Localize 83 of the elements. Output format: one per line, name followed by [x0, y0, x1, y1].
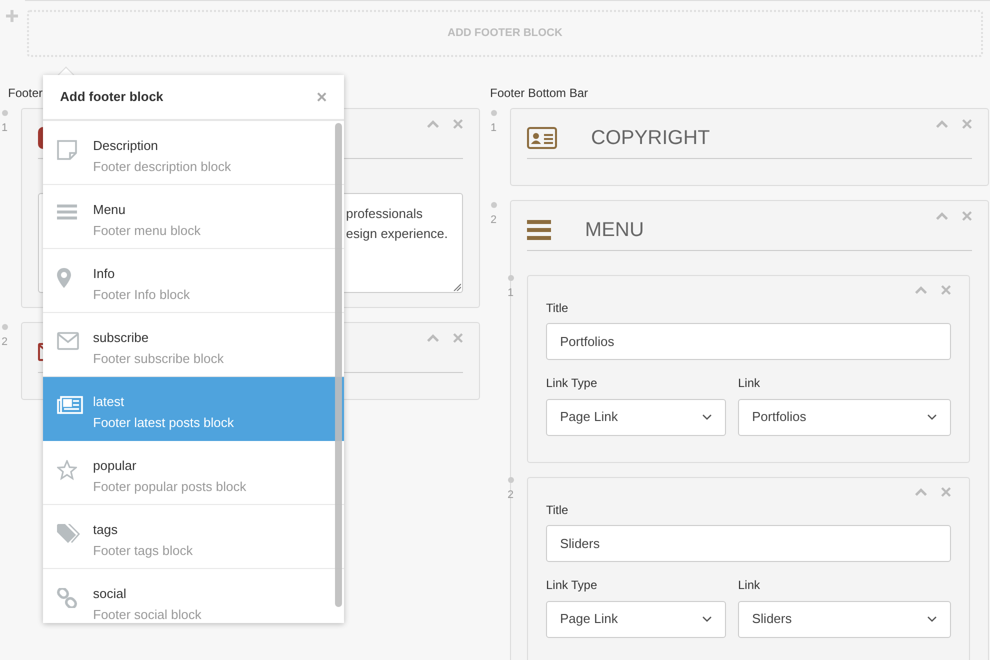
- item-number: 1: [507, 286, 514, 300]
- item-name: subscribe: [93, 330, 150, 346]
- collapse-icon[interactable]: [936, 120, 948, 128]
- collapse-icon[interactable]: [915, 488, 927, 496]
- field-label: Title: [546, 502, 568, 516]
- popup-title: Add footer block: [60, 88, 164, 106]
- block-number: 2: [1, 334, 8, 350]
- link-type-select[interactable]: Page Link: [546, 398, 726, 436]
- block-type-item[interactable]: Description Footer description block: [43, 121, 344, 185]
- menu-icon: [57, 204, 77, 220]
- block-title: MENU: [585, 218, 644, 243]
- block-type-item[interactable]: Menu Footer menu block: [43, 185, 344, 249]
- field-label: Link Type: [546, 376, 598, 390]
- link-select[interactable]: Sliders: [738, 600, 951, 638]
- item-description: Footer subscribe block: [93, 351, 224, 367]
- caret-icon: [702, 616, 712, 622]
- item-number: 2: [507, 488, 514, 502]
- id-card-icon: [527, 127, 557, 149]
- close-icon[interactable]: [941, 486, 951, 496]
- item-description: Footer description block: [93, 159, 232, 175]
- caret-icon: [927, 616, 937, 622]
- block-type-item[interactable]: subscribe Footer subscribe block: [43, 313, 344, 377]
- close-icon[interactable]: [453, 332, 463, 342]
- item-name: tags: [93, 522, 119, 538]
- close-icon[interactable]: [962, 210, 972, 220]
- field-label: Link Type: [546, 578, 598, 592]
- link-type-select[interactable]: Page Link: [546, 600, 726, 638]
- drag-handle-icon[interactable]: [2, 110, 8, 116]
- caret-icon: [702, 414, 712, 420]
- item-name: Menu: [93, 202, 127, 218]
- item-name: social: [93, 586, 128, 602]
- tag-icon: [57, 524, 81, 544]
- link-icon: [57, 588, 77, 608]
- field-label: Link: [738, 376, 760, 390]
- menu-icon: [527, 220, 551, 240]
- close-icon[interactable]: [962, 118, 972, 128]
- drag-handle-icon[interactable]: [508, 274, 514, 280]
- item-description: Footer latest posts block: [93, 415, 234, 431]
- column-title: Footer Bottom Bar: [490, 86, 588, 100]
- title-input[interactable]: Portfolios: [546, 323, 951, 360]
- block-type-item[interactable]: Info Footer Info block: [43, 249, 344, 313]
- collapse-icon[interactable]: [915, 286, 927, 294]
- textarea-text: professionals: [346, 206, 423, 220]
- block-number: 1: [1, 120, 8, 136]
- item-description: Footer social block: [93, 607, 202, 623]
- scrollbar[interactable]: [335, 123, 342, 607]
- close-icon[interactable]: [453, 118, 463, 128]
- drag-handle-icon[interactable]: [508, 476, 514, 482]
- caret-icon: [927, 414, 937, 420]
- field-label: Link: [738, 578, 760, 592]
- link-select[interactable]: Portfolios: [738, 398, 951, 436]
- collapse-icon[interactable]: [427, 120, 439, 128]
- block-title: COPYRIGHT: [591, 126, 710, 151]
- item-name: Info: [93, 266, 116, 282]
- drag-handle-icon[interactable]: [490, 202, 496, 208]
- block-type-item[interactable]: tags Footer tags block: [43, 505, 344, 569]
- drag-handle-icon[interactable]: [2, 324, 8, 330]
- envelope-icon: [57, 332, 79, 350]
- newspaper-icon: [57, 396, 83, 414]
- block-type-item[interactable]: popular Footer popular posts block: [43, 441, 344, 505]
- resize-grip-icon[interactable]: [453, 282, 461, 290]
- column-title: Footer: [8, 86, 43, 100]
- item-name: popular: [93, 458, 138, 474]
- map-pin-icon: [57, 268, 71, 288]
- collapse-icon[interactable]: [936, 212, 948, 220]
- collapse-icon[interactable]: [427, 334, 439, 342]
- block-number: 1: [490, 120, 497, 136]
- block-number: 2: [490, 212, 497, 228]
- drag-handle-icon[interactable]: [490, 110, 496, 116]
- title-input[interactable]: Sliders: [546, 525, 951, 562]
- plus-icon[interactable]: [6, 10, 18, 22]
- field-label: Title: [546, 300, 568, 314]
- item-description: Footer popular posts block: [93, 479, 246, 495]
- note-icon: [57, 140, 77, 160]
- item-name: Description: [93, 138, 160, 154]
- item-name: latest: [93, 394, 126, 410]
- textarea-text: esign experience.: [346, 226, 448, 240]
- item-description: Footer Info block: [93, 287, 190, 303]
- close-icon[interactable]: [941, 284, 951, 294]
- block-type-item[interactable]: social Footer social block: [43, 569, 344, 623]
- item-description: Footer tags block: [93, 543, 193, 559]
- star-icon: [57, 460, 77, 480]
- item-description: Footer menu block: [93, 223, 201, 239]
